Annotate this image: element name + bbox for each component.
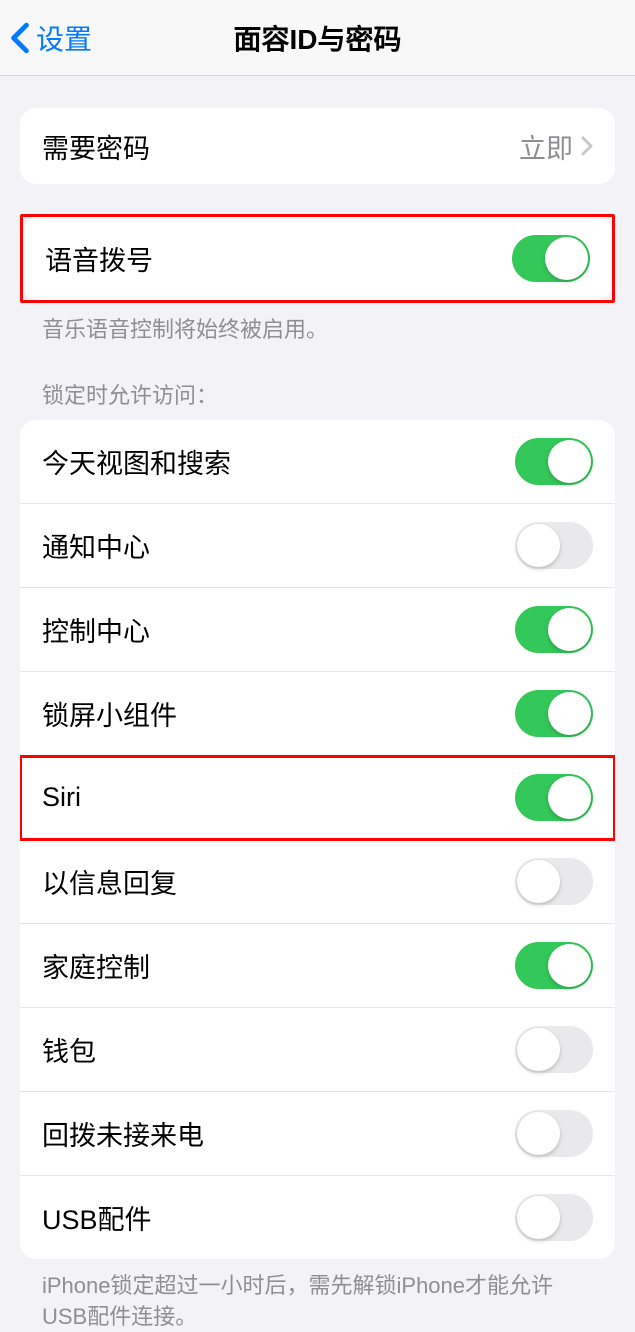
home-control-toggle[interactable] bbox=[515, 942, 593, 989]
lock-screen-widgets-toggle[interactable] bbox=[515, 690, 593, 737]
today-view-row: 今天视图和搜索 bbox=[20, 420, 615, 504]
notification-center-label: 通知中心 bbox=[42, 526, 150, 565]
voice-dial-highlight: 语音拨号 bbox=[20, 214, 615, 303]
control-center-toggle[interactable] bbox=[515, 606, 593, 653]
lock-access-footer: iPhone锁定超过一小时后，需先解锁iPhone才能允许USB配件连接。 bbox=[20, 1259, 615, 1332]
reply-with-message-row: 以信息回复 bbox=[20, 840, 615, 924]
return-missed-calls-toggle[interactable] bbox=[515, 1110, 593, 1157]
voice-dial-row: 语音拨号 bbox=[23, 217, 612, 300]
voice-dial-group: 语音拨号 bbox=[23, 217, 612, 300]
lock-screen-widgets-row: 锁屏小组件 bbox=[20, 672, 615, 756]
wallet-row: 钱包 bbox=[20, 1008, 615, 1092]
return-missed-calls-label: 回拨未接来电 bbox=[42, 1114, 204, 1153]
back-button[interactable]: 设置 bbox=[10, 18, 92, 58]
lock-screen-widgets-label: 锁屏小组件 bbox=[42, 694, 177, 733]
lock-access-group: 今天视图和搜索 通知中心 控制中心 锁屏小组件 Siri 以信息回复 家庭控制 bbox=[20, 420, 615, 1259]
siri-label: Siri bbox=[42, 782, 81, 813]
usb-accessories-toggle[interactable] bbox=[515, 1194, 593, 1241]
siri-toggle[interactable] bbox=[515, 774, 593, 821]
wallet-toggle[interactable] bbox=[515, 1026, 593, 1073]
voice-dial-label: 语音拨号 bbox=[45, 239, 153, 278]
today-view-label: 今天视图和搜索 bbox=[42, 442, 231, 481]
control-center-label: 控制中心 bbox=[42, 610, 150, 649]
usb-accessories-label: USB配件 bbox=[42, 1198, 152, 1237]
chevron-left-icon bbox=[10, 22, 30, 54]
control-center-row: 控制中心 bbox=[20, 588, 615, 672]
toggle-knob bbox=[545, 237, 588, 280]
home-control-row: 家庭控制 bbox=[20, 924, 615, 1008]
voice-dial-footer: 音乐语音控制将始终被启用。 bbox=[20, 303, 615, 346]
chevron-right-icon bbox=[581, 136, 593, 156]
home-control-label: 家庭控制 bbox=[42, 946, 150, 985]
notification-center-row: 通知中心 bbox=[20, 504, 615, 588]
siri-row: Siri bbox=[20, 756, 615, 840]
require-passcode-value: 立即 bbox=[519, 127, 593, 166]
require-passcode-group: 需要密码 立即 bbox=[20, 108, 615, 184]
reply-with-message-label: 以信息回复 bbox=[42, 862, 177, 901]
wallet-label: 钱包 bbox=[42, 1030, 96, 1069]
require-passcode-label: 需要密码 bbox=[42, 127, 150, 166]
voice-dial-toggle[interactable] bbox=[512, 235, 590, 282]
usb-accessories-row: USB配件 bbox=[20, 1176, 615, 1259]
require-passcode-detail: 立即 bbox=[519, 127, 573, 166]
notification-center-toggle[interactable] bbox=[515, 522, 593, 569]
return-missed-calls-row: 回拨未接来电 bbox=[20, 1092, 615, 1176]
navigation-bar: 设置 面容ID与密码 bbox=[0, 0, 635, 76]
lock-access-header: 锁定时允许访问： bbox=[20, 378, 615, 420]
back-label: 设置 bbox=[36, 18, 92, 58]
page-title: 面容ID与密码 bbox=[0, 18, 635, 58]
require-passcode-row[interactable]: 需要密码 立即 bbox=[20, 108, 615, 184]
reply-with-message-toggle[interactable] bbox=[515, 858, 593, 905]
today-view-toggle[interactable] bbox=[515, 438, 593, 485]
